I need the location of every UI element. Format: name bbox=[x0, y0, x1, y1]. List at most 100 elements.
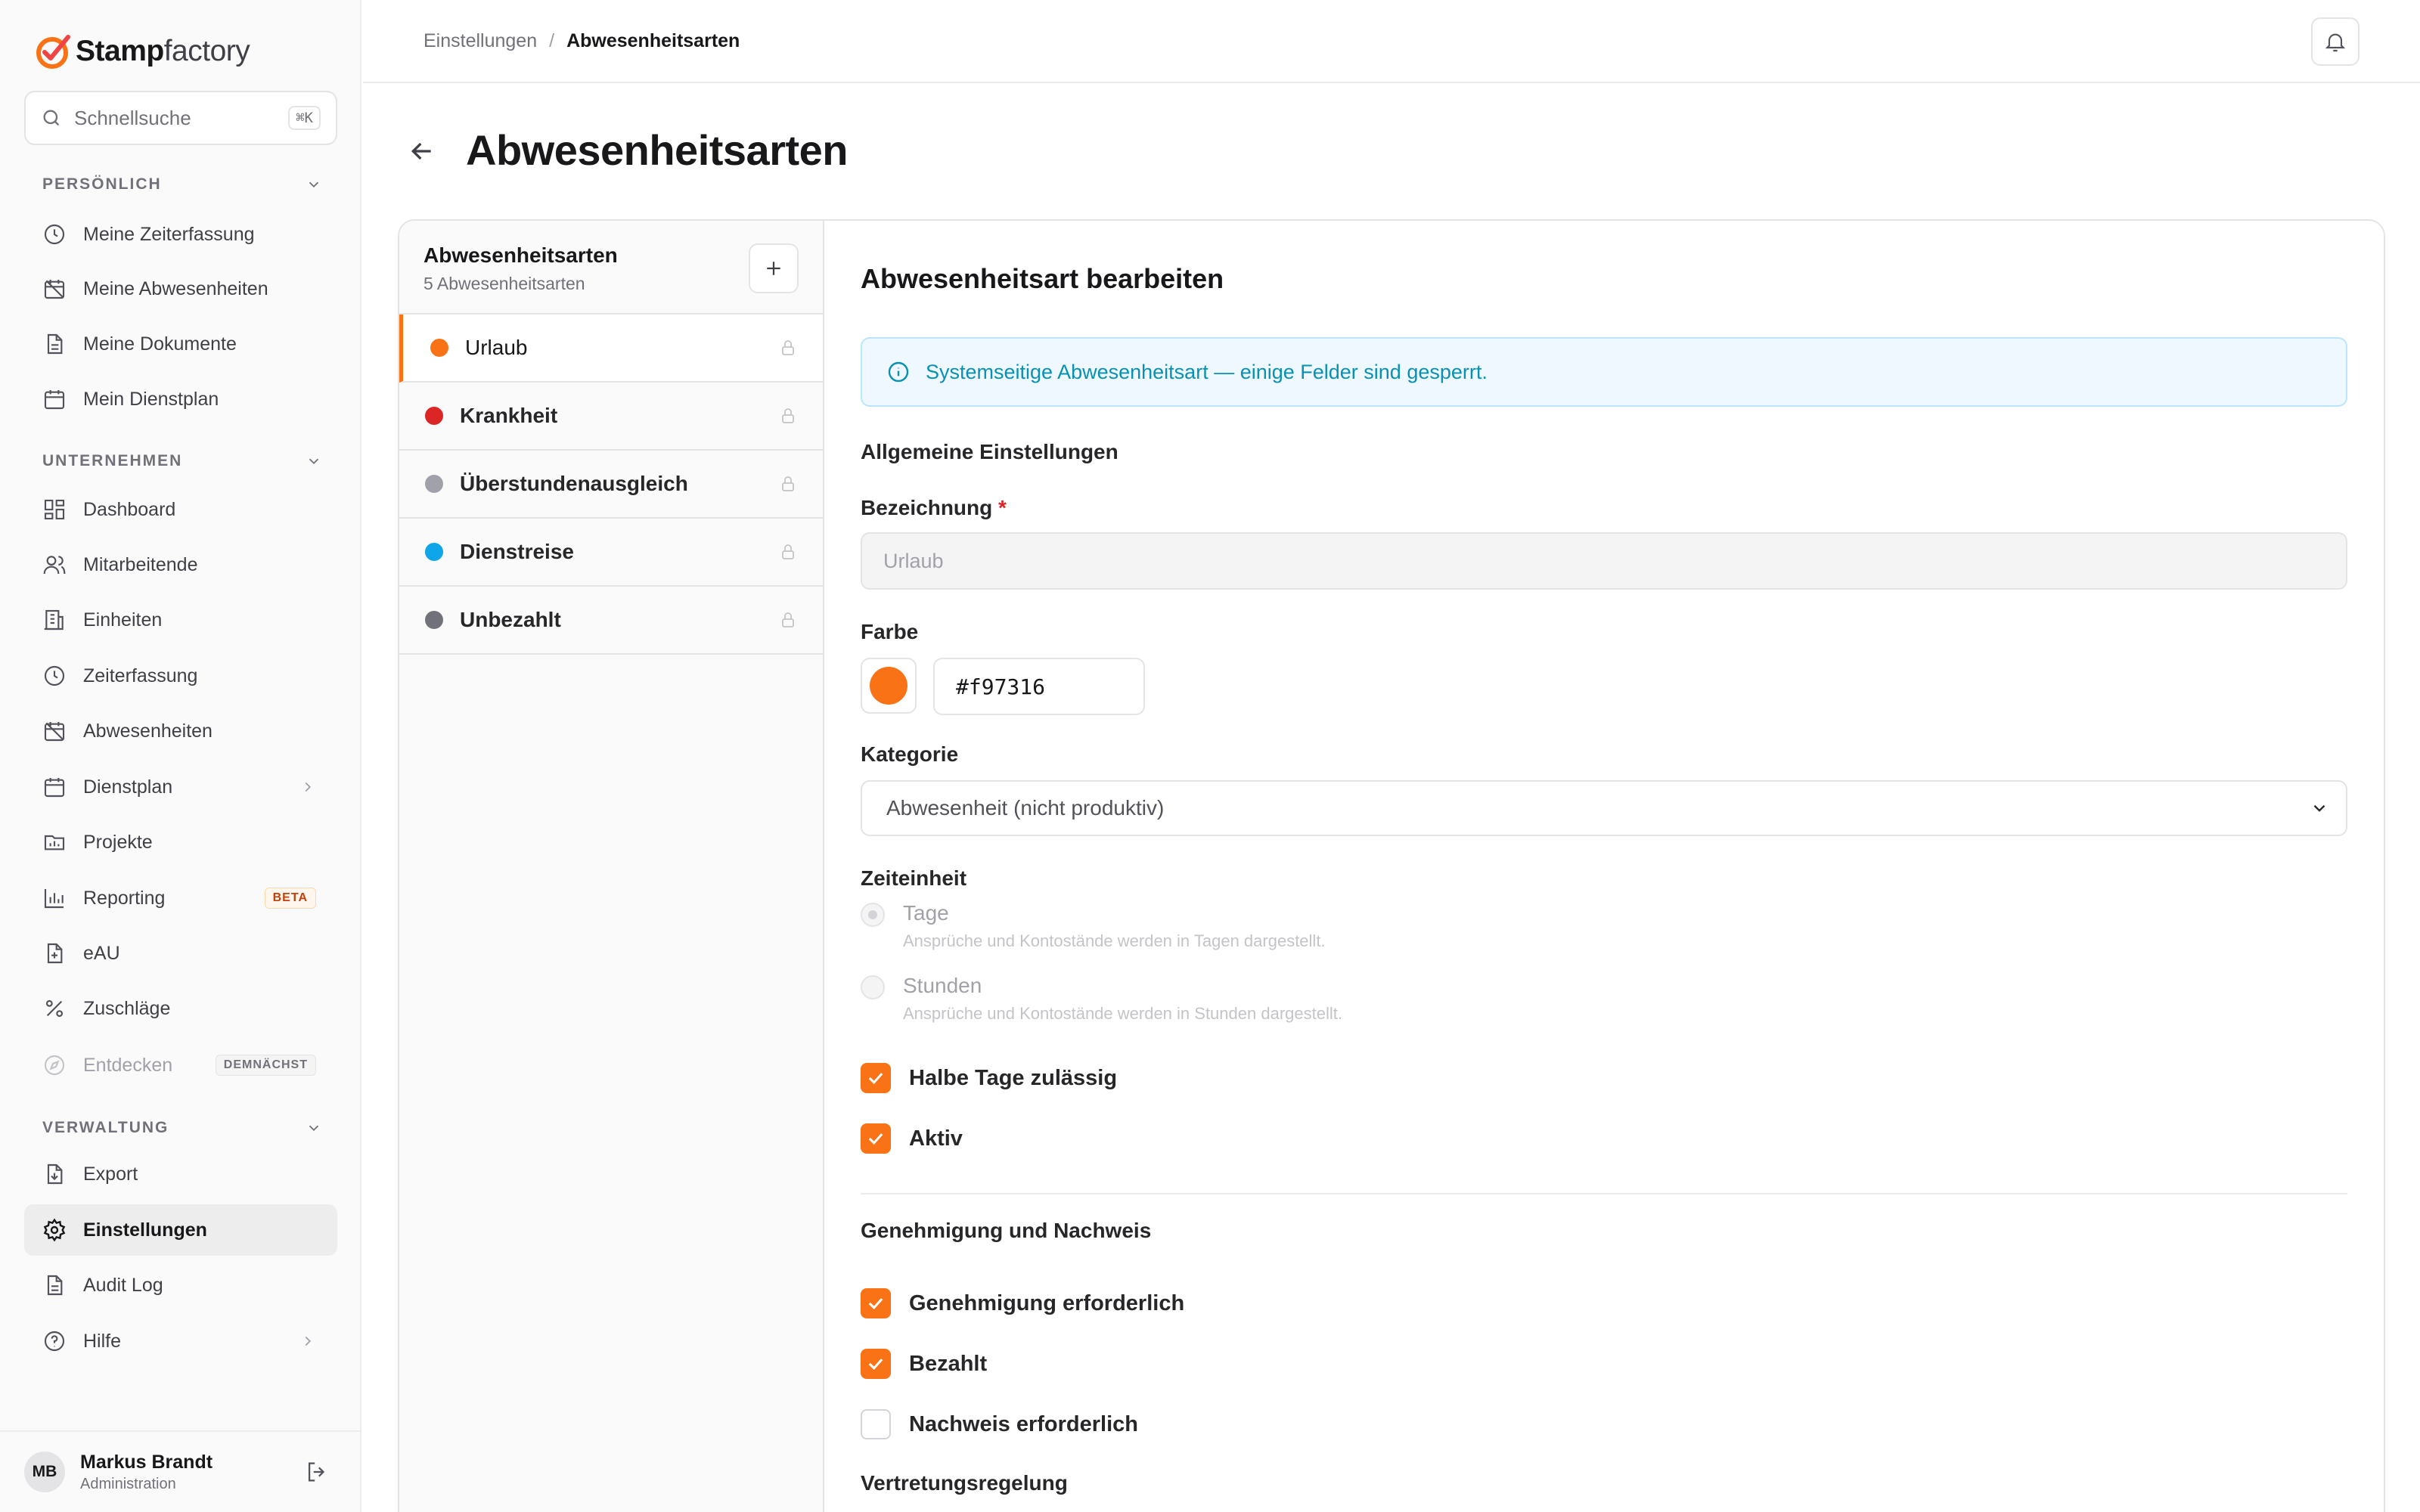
color-dot bbox=[425, 543, 443, 561]
sidebar-item-surcharges[interactable]: Zuschläge bbox=[24, 983, 337, 1034]
list-item-unbezahlt[interactable]: Unbezahlt bbox=[399, 587, 823, 655]
sidebar-item-settings[interactable]: Einstellungen bbox=[24, 1204, 337, 1256]
back-arrow-icon[interactable] bbox=[407, 136, 437, 166]
sidebar-item-my-time[interactable]: Meine Zeiterfassung bbox=[24, 209, 337, 260]
list-item-label: Dienstreise bbox=[460, 540, 574, 563]
coming-soon-badge: DEMNÄCHST bbox=[215, 1055, 316, 1076]
sidebar-item-employees[interactable]: Mitarbeitende bbox=[24, 539, 337, 590]
section-company-label: UNTERNEHMEN bbox=[42, 452, 183, 469]
absence-types-card: Abwesenheitsarten 5 Abwesenheitsarten Ur… bbox=[398, 219, 2385, 1512]
info-banner: Systemseitige Abwesenheitsart — einige F… bbox=[861, 337, 2347, 407]
logo-text: Stampfactory bbox=[76, 35, 250, 68]
section-company-title[interactable]: UNTERNEHMEN bbox=[42, 452, 322, 470]
users-icon bbox=[43, 556, 66, 575]
color-dot bbox=[425, 407, 443, 425]
document-icon bbox=[47, 333, 63, 355]
sidebar-item-eau[interactable]: eAU bbox=[24, 928, 337, 979]
section-divider bbox=[861, 1193, 2347, 1194]
sidebar-item-discover: Entdecken DEMNÄCHST bbox=[24, 1040, 337, 1091]
sidebar-item-label: Audit Log bbox=[83, 1274, 163, 1296]
color-hex-input[interactable]: #f97316 bbox=[933, 658, 1145, 715]
sidebar-item-export[interactable]: Export bbox=[24, 1148, 337, 1200]
chevron-right-icon bbox=[305, 1336, 312, 1346]
checkbox-half-days[interactable]: Halbe Tage zulässig bbox=[861, 1063, 1117, 1093]
list-count: 5 Abwesenheitsarten bbox=[424, 274, 585, 293]
sidebar-item-label: Meine Dokumente bbox=[83, 333, 237, 355]
sidebar-item-projects[interactable]: Projekte bbox=[24, 816, 337, 868]
list-item-ueberstundenausgleich[interactable]: Überstundenausgleich bbox=[399, 451, 823, 519]
breadcrumb-current: Abwesenheitsarten bbox=[566, 29, 740, 51]
category-label: Kategorie bbox=[861, 742, 959, 766]
gear-icon bbox=[43, 1218, 66, 1242]
sidebar-item-reporting[interactable]: Reporting BETA bbox=[24, 872, 337, 924]
logout-icon[interactable] bbox=[304, 1459, 330, 1485]
list-item-dienstreise[interactable]: Dienstreise bbox=[399, 519, 823, 587]
checkbox-checked[interactable] bbox=[861, 1123, 891, 1154]
substitution-label: Vertretungsregelung bbox=[861, 1471, 1068, 1495]
category-select[interactable]: Abwesenheit (nicht produktiv) bbox=[861, 780, 2347, 836]
info-icon bbox=[888, 361, 909, 383]
add-absence-type-button[interactable] bbox=[749, 243, 799, 293]
search-input[interactable]: Schnellsuche ⌘K bbox=[24, 91, 337, 145]
approval-heading: Genehmigung und Nachweis bbox=[861, 1219, 1152, 1242]
calendar-icon bbox=[44, 390, 65, 410]
sidebar-item-audit-log[interactable]: Audit Log bbox=[24, 1259, 337, 1311]
section-personal-title[interactable]: PERSÖNLICH bbox=[42, 175, 322, 194]
sidebar-item-absences[interactable]: Abwesenheiten bbox=[24, 705, 337, 757]
color-label: Farbe bbox=[861, 620, 919, 643]
check-icon bbox=[868, 1298, 883, 1310]
checkbox-label: Halbe Tage zulässig bbox=[909, 1065, 1118, 1090]
sidebar-item-label: Abwesenheiten bbox=[83, 720, 213, 742]
checkbox-active[interactable]: Aktiv bbox=[861, 1123, 963, 1154]
clock-icon bbox=[44, 224, 65, 245]
radio-hours-text: Stunden Ansprüche und Kontostände werden… bbox=[903, 974, 1342, 1024]
sidebar-item-time-tracking[interactable]: Zeiterfassung bbox=[24, 650, 337, 702]
sidebar-item-dashboard[interactable]: Dashboard bbox=[24, 484, 337, 535]
user-name: Markus Brandt bbox=[80, 1451, 213, 1473]
list-item-label: Unbezahlt bbox=[460, 608, 561, 631]
user-profile[interactable]: MB Markus Brandt Administration bbox=[0, 1430, 360, 1512]
help-icon bbox=[44, 1331, 65, 1352]
list-item-label: Urlaub bbox=[465, 336, 528, 359]
checkbox-checked[interactable] bbox=[861, 1349, 891, 1379]
checkbox-label: Aktiv bbox=[909, 1126, 963, 1151]
search-shortcut: ⌘K bbox=[288, 106, 321, 130]
section-admin-title[interactable]: VERWALTUNG bbox=[42, 1119, 322, 1137]
checkbox-approval-required[interactable]: Genehmigung erforderlich bbox=[861, 1288, 1184, 1318]
color-picker-button[interactable] bbox=[861, 658, 917, 714]
breadcrumb-parent[interactable]: Einstellungen bbox=[424, 30, 537, 52]
checkbox-proof-required[interactable]: Nachweis erforderlich bbox=[861, 1409, 1138, 1439]
sidebar-item-label: Reporting bbox=[83, 887, 166, 909]
checkbox-label: Bezahlt bbox=[909, 1351, 988, 1376]
sidebar-item-label: Mitarbeitende bbox=[83, 553, 198, 575]
sidebar-item-my-documents[interactable]: Meine Dokumente bbox=[24, 318, 337, 370]
sidebar-item-schedule[interactable]: Dienstplan bbox=[24, 761, 337, 813]
bar-chart-icon bbox=[44, 889, 64, 909]
sidebar-item-my-absences[interactable]: Meine Abwesenheiten bbox=[24, 263, 337, 314]
sidebar-item-label: Zeiterfassung bbox=[83, 665, 198, 686]
checkbox-unchecked[interactable] bbox=[861, 1409, 891, 1439]
sidebar-item-units[interactable]: Einheiten bbox=[24, 594, 337, 646]
color-dot bbox=[425, 611, 443, 629]
logo[interactable]: Stampfactory bbox=[32, 29, 250, 74]
radio-days-label: Tage bbox=[903, 901, 949, 925]
checkbox-checked[interactable] bbox=[861, 1063, 891, 1093]
list-item-krankheit[interactable]: Krankheit bbox=[399, 383, 823, 451]
building-icon bbox=[44, 609, 64, 631]
sidebar-item-label: eAU bbox=[83, 942, 120, 964]
notifications-button[interactable] bbox=[2311, 17, 2360, 66]
sidebar-item-my-schedule[interactable]: Mein Dienstplan bbox=[24, 373, 337, 425]
chevron-down-icon bbox=[309, 1125, 319, 1132]
compass-icon bbox=[44, 1055, 65, 1076]
radio-hours-label: Stunden bbox=[903, 974, 982, 997]
sidebar-item-help[interactable]: Hilfe bbox=[24, 1315, 337, 1367]
radio-unit-days: Tage Ansprüche und Kontostände werden in… bbox=[861, 901, 1326, 951]
required-mark: * bbox=[998, 496, 1007, 519]
beta-badge: BETA bbox=[264, 888, 316, 909]
check-icon bbox=[868, 1133, 883, 1145]
sidebar-item-label: Mein Dienstplan bbox=[83, 388, 219, 410]
lock-icon bbox=[782, 408, 794, 423]
checkbox-paid[interactable]: Bezahlt bbox=[861, 1349, 987, 1379]
checkbox-checked[interactable] bbox=[861, 1288, 891, 1318]
list-item-urlaub[interactable]: Urlaub bbox=[399, 314, 823, 383]
